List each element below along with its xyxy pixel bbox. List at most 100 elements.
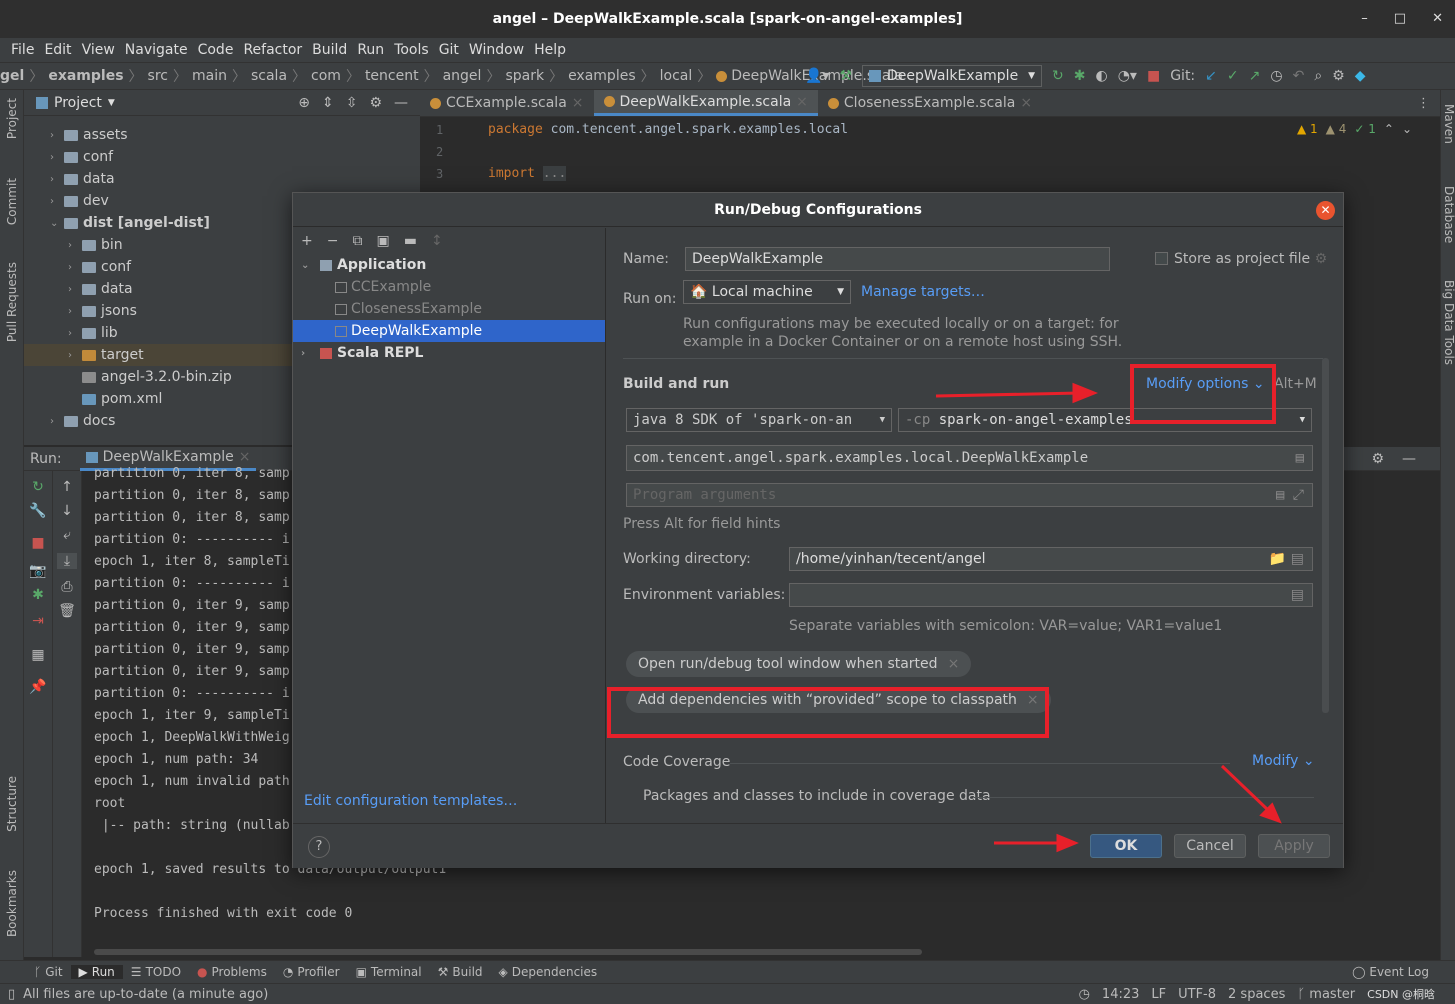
- plugin-icon[interactable]: ◆: [1355, 68, 1366, 84]
- run-on-dropdown[interactable]: 🏠 Local machine ▼: [683, 280, 851, 304]
- indent-setting[interactable]: 2 spaces: [1228, 987, 1285, 1002]
- breadcrumb-item[interactable]: angel: [443, 68, 482, 84]
- wrench-icon[interactable]: 🔧: [28, 503, 48, 519]
- sdk-dropdown[interactable]: java 8 SDK of 'spark-on-an ▼: [626, 408, 892, 432]
- chevron-icon[interactable]: ›: [68, 240, 82, 251]
- expand-all-icon[interactable]: ⇕: [322, 95, 334, 111]
- chevron-icon[interactable]: ›: [50, 174, 64, 185]
- dialog-close-button[interactable]: ✕: [1316, 201, 1335, 220]
- close-tab-icon[interactable]: ×: [572, 95, 584, 111]
- line-separator[interactable]: LF: [1151, 987, 1166, 1002]
- scroll-to-end-icon[interactable]: ⤓: [57, 553, 77, 569]
- name-input[interactable]: DeepWalkExample: [685, 247, 1110, 271]
- caret-position[interactable]: 14:23: [1102, 987, 1139, 1002]
- user-icon[interactable]: 👤▾: [805, 68, 829, 84]
- coverage-icon[interactable]: ◐: [1096, 68, 1108, 84]
- up-arrow-icon[interactable]: ↑: [57, 479, 77, 495]
- profile-icon[interactable]: ◔▾: [1118, 68, 1137, 84]
- tool-window-build[interactable]: ⚒ Build: [430, 965, 491, 979]
- breadcrumb-item[interactable]: spark: [505, 68, 544, 84]
- coverage-modify-link[interactable]: Modify ⌄: [1252, 753, 1315, 769]
- minimize-button[interactable]: –: [1361, 0, 1368, 38]
- print-icon[interactable]: ⎙: [57, 579, 77, 595]
- menu-run[interactable]: Run: [352, 42, 389, 58]
- manage-targets-link[interactable]: Manage targets…: [861, 284, 985, 300]
- tool-window-dependencies[interactable]: ◈ Dependencies: [491, 965, 606, 979]
- layout-icon[interactable]: ▦: [28, 647, 48, 663]
- breadcrumb-item[interactable]: tencent: [365, 68, 419, 84]
- run-config-selector[interactable]: DeepWalkExample ▼: [862, 65, 1043, 87]
- breadcrumb-item[interactable]: local: [660, 68, 693, 84]
- gear-icon[interactable]: ⚙: [1371, 451, 1384, 467]
- tool-structure[interactable]: Structure: [5, 776, 19, 832]
- tool-window-problems[interactable]: ● Problems: [189, 965, 275, 979]
- editor-tab[interactable]: CCExample.scala ×: [420, 90, 594, 116]
- tool-commit[interactable]: Commit: [5, 178, 19, 225]
- menu-view[interactable]: View: [77, 42, 120, 58]
- close-tab-icon[interactable]: ×: [796, 94, 808, 110]
- config-item[interactable]: CCExample: [293, 276, 605, 298]
- store-project-file-checkbox[interactable]: Store as project file ⚙: [1155, 251, 1327, 267]
- event-log-button[interactable]: ◯ Event Log: [1352, 965, 1429, 979]
- editor-tab[interactable]: ClosenessExample.scala ×: [818, 90, 1042, 116]
- pin-icon[interactable]: 📌: [28, 679, 48, 695]
- code-package[interactable]: com.tencent.angel.spark.examples.local: [551, 122, 848, 137]
- ok-button[interactable]: OK: [1090, 834, 1162, 858]
- tool-database[interactable]: Database: [1442, 186, 1455, 243]
- chevron-icon[interactable]: ›: [50, 416, 64, 427]
- close-button[interactable]: ✕: [1432, 0, 1443, 38]
- chevron-icon[interactable]: ⌄: [50, 218, 64, 229]
- inspection-widget[interactable]: ▲ 1 ▲ 4 ✓ 1 ⌃ ⌄: [1297, 122, 1412, 136]
- classpath-dropdown[interactable]: -cp spark-on-angel-examples ▼: [898, 408, 1312, 432]
- remove-icon[interactable]: −: [327, 233, 339, 249]
- git-push-icon[interactable]: ↗: [1249, 68, 1261, 84]
- tree-group-scala-repl[interactable]: › Scala REPL: [293, 342, 605, 364]
- rerun-icon[interactable]: ↻: [28, 479, 48, 495]
- add-icon[interactable]: +: [301, 233, 313, 249]
- breadcrumb-item[interactable]: examples: [568, 68, 636, 84]
- console-horizontal-scrollbar[interactable]: [94, 949, 922, 955]
- modify-options-link[interactable]: Modify options ⌄: [1146, 376, 1265, 392]
- menu-edit[interactable]: Edit: [39, 42, 76, 58]
- hide-icon[interactable]: —: [1402, 451, 1416, 467]
- working-directory-input[interactable]: /home/yinhan/tecent/angel 📁 ▤: [789, 547, 1313, 571]
- history-icon[interactable]: ◷: [1270, 68, 1282, 84]
- git-commit-icon[interactable]: ✓: [1227, 68, 1239, 84]
- build-hammer-icon[interactable]: ⚒: [839, 68, 852, 84]
- camera-icon[interactable]: 📷: [28, 563, 48, 579]
- editor-tab[interactable]: DeepWalkExample.scala ×: [593, 90, 818, 116]
- menu-window[interactable]: Window: [464, 42, 529, 58]
- debug-icon[interactable]: ✱: [28, 587, 48, 603]
- chevron-icon[interactable]: ›: [68, 262, 82, 273]
- close-tab-icon[interactable]: ×: [1020, 95, 1032, 111]
- menu-navigate[interactable]: Navigate: [120, 42, 193, 58]
- menu-build[interactable]: Build: [307, 42, 352, 58]
- settings-icon[interactable]: ⚙: [1332, 68, 1345, 84]
- apply-button[interactable]: Apply: [1258, 834, 1330, 858]
- copy-icon[interactable]: ⧉: [352, 233, 362, 249]
- breadcrumb-item[interactable]: main: [192, 68, 227, 84]
- tool-pull-requests[interactable]: Pull Requests: [5, 262, 19, 342]
- project-tree-item[interactable]: › data: [24, 168, 420, 190]
- stop-icon[interactable]: ■: [1147, 68, 1160, 84]
- soft-wrap-icon[interactable]: ⤶: [57, 527, 77, 543]
- tool-window-run[interactable]: ▶ Run: [70, 965, 123, 979]
- code-fold[interactable]: ...: [542, 166, 567, 181]
- menu-help[interactable]: Help: [529, 42, 571, 58]
- rollback-icon[interactable]: ↶: [1293, 68, 1305, 84]
- edit-templates-link[interactable]: Edit configuration templates…: [304, 793, 517, 809]
- gear-icon[interactable]: ⚙: [369, 95, 382, 111]
- save-icon[interactable]: ▣: [376, 233, 389, 249]
- project-tree-item[interactable]: › conf: [24, 146, 420, 168]
- status-message[interactable]: All files are up-to-date (a minute ago): [15, 987, 268, 1002]
- maximize-button[interactable]: □: [1394, 0, 1406, 38]
- chevron-icon[interactable]: ›: [68, 306, 82, 317]
- tool-bookmarks[interactable]: Bookmarks: [5, 870, 19, 937]
- breadcrumb-item[interactable]: com: [311, 68, 341, 84]
- hide-icon[interactable]: —: [394, 95, 408, 111]
- trash-icon[interactable]: 🗑: [57, 603, 77, 619]
- environment-variables-input[interactable]: ▤: [789, 583, 1313, 607]
- debug-icon[interactable]: ✱: [1074, 68, 1086, 84]
- tool-maven[interactable]: Maven: [1442, 104, 1455, 144]
- config-item[interactable]: DeepWalkExample: [293, 320, 605, 342]
